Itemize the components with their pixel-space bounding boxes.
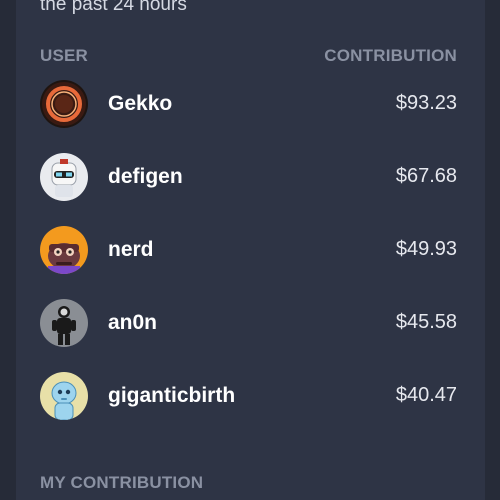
column-header-user: USER (40, 46, 89, 65)
user-name[interactable]: nerd (108, 238, 154, 262)
user-name[interactable]: an0n (108, 311, 157, 335)
leaderboard-row[interactable]: an0n $45.58 (40, 299, 457, 349)
contribution-amount: $49.93 (395, 238, 457, 260)
leaderboard-row[interactable]: nerd $49.93 (40, 226, 457, 276)
my-contribution-heading: MY CONTRIBUTION (40, 473, 204, 492)
contribution-amount: $40.47 (395, 384, 457, 406)
defigen-avatar[interactable] (40, 153, 88, 201)
contribution-amount: $93.23 (395, 92, 457, 114)
leaderboard-row[interactable]: giganticbirth $40.47 (40, 372, 457, 422)
nerd-avatar[interactable] (40, 226, 88, 274)
leaderboard-row[interactable]: defigen $67.68 (40, 153, 457, 203)
user-name[interactable]: defigen (108, 165, 183, 189)
leaderboard-row[interactable]: Gekko $93.23 (40, 80, 457, 130)
an0n-avatar[interactable] (40, 299, 88, 347)
contribution-amount: $67.68 (395, 165, 457, 187)
subtitle: the past 24 hours (40, 0, 187, 15)
user-name[interactable]: Gekko (108, 92, 172, 116)
contribution-amount: $45.58 (395, 311, 457, 333)
user-name[interactable]: giganticbirth (108, 384, 235, 408)
gekko-avatar[interactable] (40, 80, 88, 128)
giganticbirth-avatar[interactable] (40, 372, 88, 420)
column-header-contribution: CONTRIBUTION (324, 46, 457, 65)
page: the past 24 hours USER CONTRIBUTION Gekk… (0, 0, 500, 500)
